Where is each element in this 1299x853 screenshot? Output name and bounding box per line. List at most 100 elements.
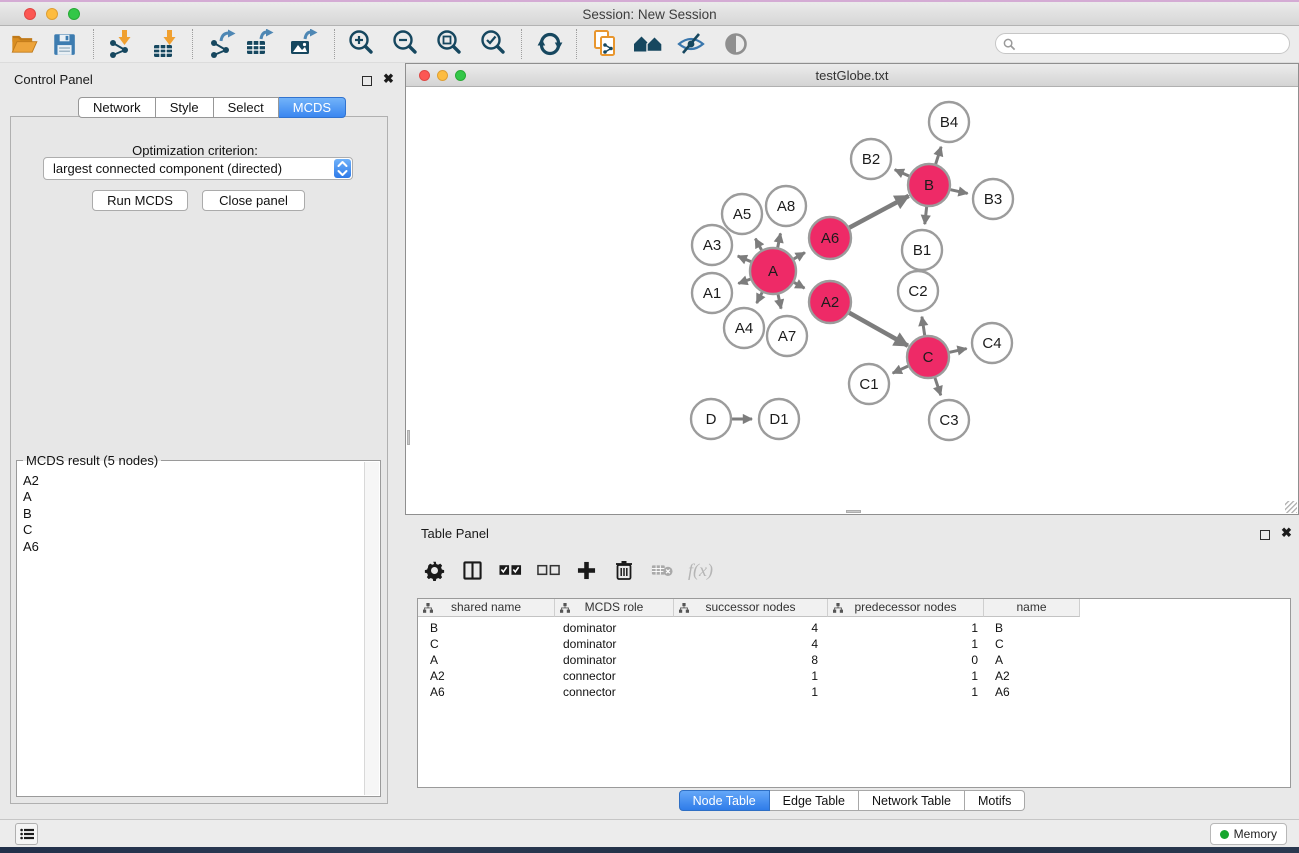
graph-node-A6[interactable]: A6 [809,217,851,259]
edge-B-B2[interactable] [895,170,909,176]
edge-B-B3[interactable] [950,190,967,194]
table-row[interactable]: Bdominator41B [418,620,1290,636]
import-table-icon[interactable] [150,28,182,60]
memory-button[interactable]: Memory [1210,823,1287,845]
tab-node-table[interactable]: Node Table [679,790,770,811]
float-panel-icon[interactable] [362,73,372,91]
function-builder-icon[interactable]: f(x) [688,558,713,582]
edge-A-A6[interactable] [794,253,805,259]
network-window-titlebar[interactable]: testGlobe.txt [406,64,1298,87]
graph-node-B2[interactable]: B2 [851,139,891,179]
column-header-name[interactable]: name [984,599,1080,617]
edge-A-A5[interactable] [755,239,761,250]
edge-B-B1[interactable] [925,207,927,224]
edge-B-B4[interactable] [936,147,941,164]
edge-C-C3[interactable] [935,378,941,395]
result-item[interactable]: B [18,506,364,522]
tab-select[interactable]: Select [214,97,279,118]
edge-A-A4[interactable] [757,292,762,303]
result-item[interactable]: A2 [18,473,364,489]
zoom-out-icon[interactable] [390,28,422,60]
save-session-icon[interactable] [48,28,80,60]
column-header-predecessor-nodes[interactable]: predecessor nodes [828,599,984,617]
close-table-panel-icon[interactable]: ✖ [1281,528,1292,538]
criterion-dropdown[interactable]: largest connected component (directed) [43,157,353,180]
column-header-MCDS-role[interactable]: MCDS role [555,599,674,617]
edge-A-A3[interactable] [738,256,751,262]
run-mcds-button[interactable]: Run MCDS [92,190,188,211]
graph-node-B[interactable]: B [908,164,950,206]
graph-node-D1[interactable]: D1 [759,399,799,439]
show-column-icon[interactable] [460,558,484,582]
refresh-icon[interactable] [534,28,566,60]
graph-node-C1[interactable]: C1 [849,364,889,404]
show-panels-list-icon[interactable] [15,823,38,845]
clone-network-icon[interactable] [590,28,622,60]
delete-row-icon[interactable] [612,558,636,582]
result-item[interactable]: A6 [18,539,364,555]
edge-A-A2[interactable] [794,282,804,288]
tab-motifs[interactable]: Motifs [965,790,1025,811]
edge-A-A7[interactable] [778,294,781,308]
zoom-selected-icon[interactable] [478,28,510,60]
search-input[interactable] [995,33,1290,54]
edge-A2-C[interactable] [849,313,908,346]
add-row-icon[interactable] [574,558,598,582]
graph-node-A5[interactable]: A5 [722,194,762,234]
graph-node-A4[interactable]: A4 [724,308,764,348]
table-row[interactable]: A2connector11A2 [418,668,1290,684]
show-all-icon[interactable] [720,28,752,60]
float-table-panel-icon[interactable] [1260,527,1270,545]
graph-node-D[interactable]: D [691,399,731,439]
tab-style[interactable]: Style [156,97,214,118]
close-panel-icon[interactable]: ✖ [383,74,394,84]
result-item[interactable]: C [18,522,364,538]
select-all-icon[interactable] [498,558,522,582]
mcds-result-list[interactable]: A2ABCA6 [18,473,364,795]
graph-node-A2[interactable]: A2 [809,281,851,323]
tab-edge-table[interactable]: Edge Table [770,790,859,811]
graph-node-A[interactable]: A [750,248,796,294]
edge-A6-B[interactable] [849,196,908,228]
graph-node-A7[interactable]: A7 [767,316,807,356]
table-row[interactable]: Adominator80A [418,652,1290,668]
import-network-icon[interactable] [105,28,137,60]
edge-C-C2[interactable] [922,317,925,336]
edge-C-C1[interactable] [893,366,908,373]
hide-selected-icon[interactable] [675,28,707,60]
graph-node-B3[interactable]: B3 [973,179,1013,219]
edge-A-A8[interactable] [778,233,781,247]
zoom-in-icon[interactable] [346,28,378,60]
graph-node-A3[interactable]: A3 [692,225,732,265]
edge-C-C4[interactable] [949,349,966,353]
export-network-icon[interactable] [206,28,238,60]
graph-node-C2[interactable]: C2 [898,271,938,311]
graph-node-C4[interactable]: C4 [972,323,1012,363]
network-graph-canvas[interactable]: B4B2BB3A5A8A6A3AB1A1C2A2A4A7CC4C1C3DD1 [406,88,1298,515]
tab-network-table[interactable]: Network Table [859,790,965,811]
resize-grip-icon[interactable] [1285,501,1297,513]
splitter-handle-icon[interactable] [407,430,410,445]
graph-node-A8[interactable]: A8 [766,186,806,226]
open-session-icon[interactable] [8,28,40,60]
splitter-handle-icon[interactable] [846,510,861,513]
tab-mcds[interactable]: MCDS [279,97,346,118]
unselect-all-icon[interactable] [536,558,560,582]
export-table-icon[interactable] [244,28,276,60]
export-image-icon[interactable] [288,28,320,60]
graph-node-C[interactable]: C [907,336,949,378]
edge-A-A1[interactable] [738,279,750,283]
close-panel-button[interactable]: Close panel [202,190,305,211]
graph-node-B1[interactable]: B1 [902,230,942,270]
table-row[interactable]: A6connector11A6 [418,684,1290,700]
graph-node-A1[interactable]: A1 [692,273,732,313]
table-options-icon[interactable] [422,558,446,582]
table-row[interactable]: Cdominator41C [418,636,1290,652]
result-item[interactable]: A [18,489,364,505]
first-neighbors-icon[interactable] [632,28,664,60]
zoom-fit-icon[interactable] [434,28,466,60]
column-header-successor-nodes[interactable]: successor nodes [674,599,828,617]
delete-table-icon[interactable] [650,558,674,582]
graph-node-B4[interactable]: B4 [929,102,969,142]
tab-network[interactable]: Network [78,97,156,118]
